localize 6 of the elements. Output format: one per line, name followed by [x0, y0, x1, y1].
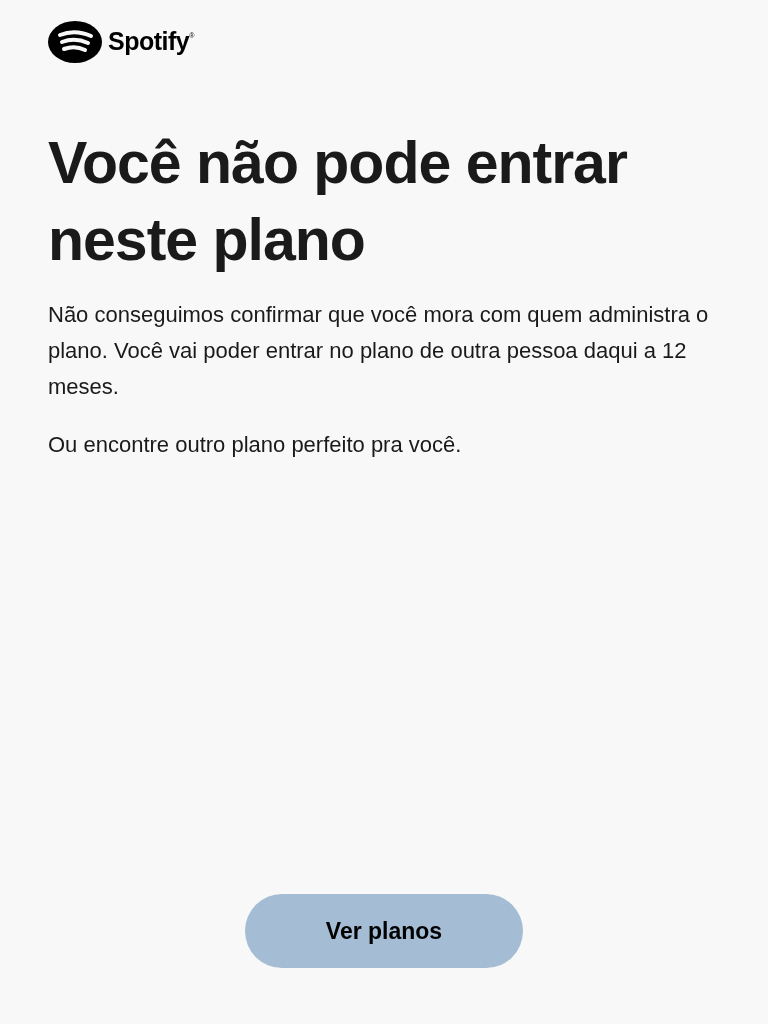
- logo-icon: [48, 21, 102, 63]
- logo-text: Spotify: [108, 26, 190, 58]
- page-title: Você não pode entrar neste plano: [48, 129, 628, 275]
- view-plans-button[interactable]: Ver planos: [245, 894, 523, 968]
- message-text: Ou encontre outro plano perfeito pra você.: [48, 431, 463, 459]
- message-text: Não conseguimos confirmar que você mora com quem administra o plano. Você vai poder entrar no plano de outra pessoa daqui a 12 meses.: [48, 301, 710, 401]
